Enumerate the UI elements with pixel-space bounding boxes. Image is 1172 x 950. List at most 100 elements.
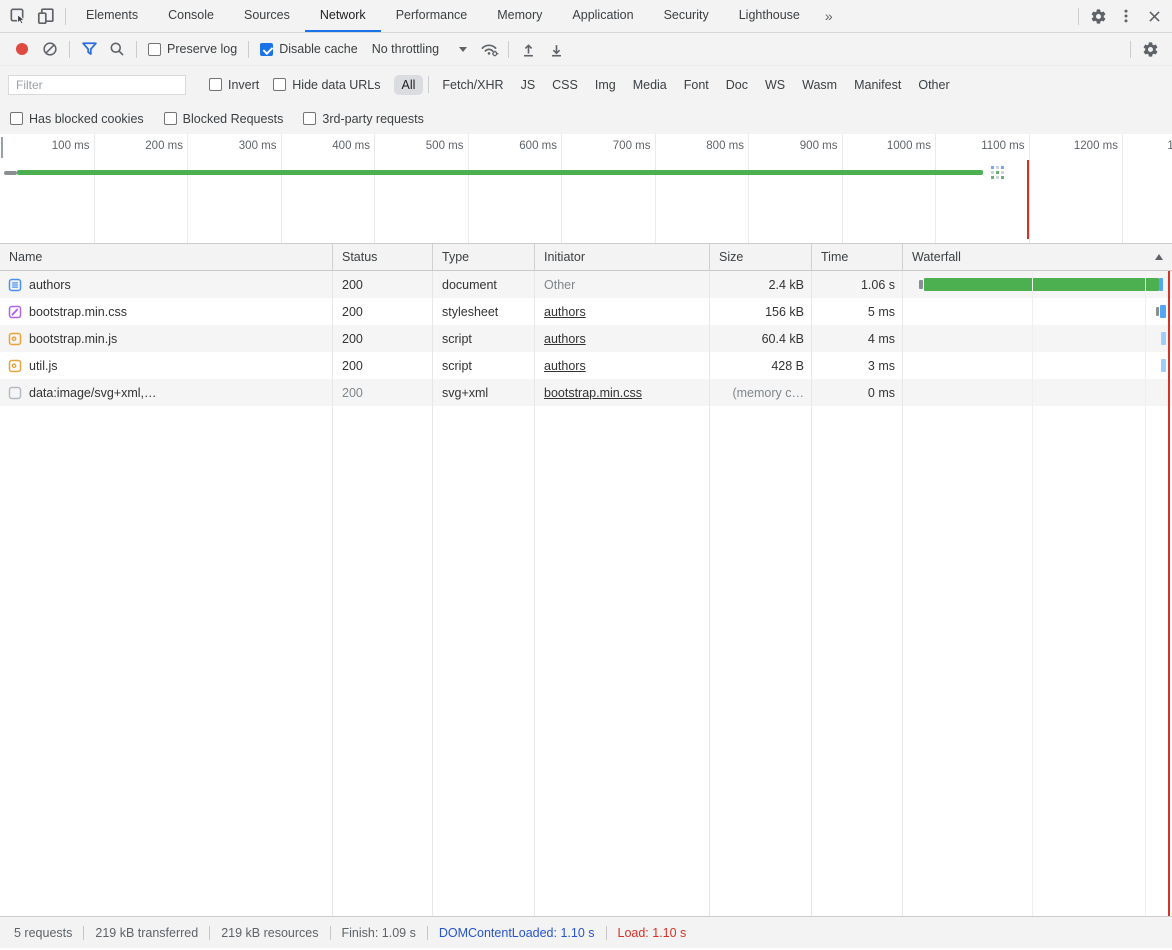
checkbox-box[interactable] <box>148 43 161 56</box>
search-button[interactable] <box>103 41 131 57</box>
filter-chip-doc[interactable]: Doc <box>718 75 756 95</box>
filter-chip-all[interactable]: All <box>394 75 424 95</box>
divider <box>136 41 137 58</box>
waterfall-cell <box>903 379 1172 406</box>
chevron-down-icon <box>459 47 467 52</box>
checkbox-box[interactable] <box>260 43 273 56</box>
time-cell: 1.06 s <box>812 271 903 298</box>
checkbox-box[interactable] <box>10 112 23 125</box>
size-cell: 428 B <box>710 352 812 379</box>
preserve-log-checkbox[interactable]: Preserve log <box>142 42 243 56</box>
request-row-bootstrap-min-js[interactable]: bootstrap.min.js200scriptauthors60.4 kB4… <box>0 325 1172 352</box>
status-load: Load: 1.10 s <box>618 926 687 940</box>
tab-network[interactable]: Network <box>305 0 381 32</box>
import-har-button[interactable] <box>514 41 542 58</box>
overview-tick-label: 1100 ms <box>945 140 1025 152</box>
filter-input[interactable] <box>8 75 186 95</box>
initiator-link[interactable]: authors <box>544 332 586 346</box>
record-network-log-button[interactable] <box>8 43 36 55</box>
overview-tick-label: 1000 ms <box>851 140 931 152</box>
request-row-data-image-svg-xml[interactable]: data:image/svg+xml,…200svg+xmlbootstrap.… <box>0 379 1172 406</box>
filter-chip-js[interactable]: JS <box>513 75 544 95</box>
request-row-authors[interactable]: authors200documentOther2.4 kB1.06 s <box>0 271 1172 298</box>
request-name: authors <box>29 278 71 292</box>
initiator-cell: bootstrap.min.css <box>535 379 710 406</box>
timeline-overview[interactable]: 100 ms200 ms300 ms400 ms500 ms600 ms700 … <box>0 134 1172 244</box>
divider <box>428 76 429 93</box>
panel-tabs: ElementsConsoleSourcesNetworkPerformance… <box>71 0 815 32</box>
kebab-menu-icon <box>1118 8 1134 24</box>
overview-gridline <box>94 134 95 243</box>
type-cell: svg+xml <box>433 379 535 406</box>
has-blocked-cookies-checkbox[interactable]: Has blocked cookies <box>4 112 150 126</box>
size-cell: (memory c… <box>710 379 812 406</box>
tab-console[interactable]: Console <box>153 0 229 32</box>
divider <box>330 926 331 940</box>
export-har-button[interactable] <box>542 41 570 58</box>
network-settings-button[interactable] <box>1136 41 1164 58</box>
tab-memory[interactable]: Memory <box>482 0 557 32</box>
menu-button[interactable] <box>1112 0 1140 32</box>
settings-button[interactable] <box>1084 0 1112 32</box>
disable-cache-checkbox[interactable]: Disable cache <box>254 42 364 56</box>
waterfall-bar <box>1160 305 1166 318</box>
filter-chip-media[interactable]: Media <box>625 75 675 95</box>
request-row-bootstrap-min-css[interactable]: bootstrap.min.css200stylesheetauthors156… <box>0 298 1172 325</box>
waterfall-cell <box>903 298 1172 325</box>
column-header-name[interactable]: Name <box>0 244 333 270</box>
overview-resize-handle[interactable] <box>1 137 3 158</box>
status-finish: Finish: 1.09 s <box>342 926 416 940</box>
checkbox-box[interactable] <box>164 112 177 125</box>
filter-toggle-button[interactable] <box>75 41 103 57</box>
devtools-window: ElementsConsoleSourcesNetworkPerformance… <box>0 0 1172 950</box>
checkbox-box[interactable] <box>209 78 222 91</box>
request-row-util-js[interactable]: util.js200scriptauthors428 B3 ms <box>0 352 1172 379</box>
column-header-waterfall[interactable]: Waterfall <box>903 244 1172 270</box>
waterfall-bar <box>1159 278 1163 291</box>
inspect-element-button[interactable] <box>4 0 32 32</box>
filter-chip-wasm[interactable]: Wasm <box>794 75 845 95</box>
sort-ascending-icon <box>1155 254 1163 260</box>
tab-lighthouse[interactable]: Lighthouse <box>724 0 815 32</box>
initiator-link[interactable]: bootstrap.min.css <box>544 386 642 400</box>
tab-application[interactable]: Application <box>557 0 648 32</box>
3rd-party-requests-checkbox[interactable]: 3rd-party requests <box>297 112 429 126</box>
throttling-select[interactable]: No throttling <box>364 42 475 56</box>
filter-chip-css[interactable]: CSS <box>544 75 586 95</box>
status-domcontentloaded: DOMContentLoaded: 1.10 s <box>439 926 595 940</box>
column-header-time[interactable]: Time <box>812 244 903 270</box>
column-header-status[interactable]: Status <box>333 244 433 270</box>
clear-network-log-button[interactable] <box>36 41 64 57</box>
status-219-kb-resources: 219 kB resources <box>221 926 318 940</box>
network-conditions-button[interactable] <box>475 40 503 58</box>
column-header-initiator[interactable]: Initiator <box>535 244 710 270</box>
checkbox-box[interactable] <box>303 112 316 125</box>
filter-chip-manifest[interactable]: Manifest <box>846 75 909 95</box>
initiator-link[interactable]: authors <box>544 359 586 373</box>
filter-chip-font[interactable]: Font <box>676 75 717 95</box>
checkbox-box[interactable] <box>273 78 286 91</box>
tab-sources[interactable]: Sources <box>229 0 305 32</box>
filter-chip-ws[interactable]: WS <box>757 75 793 95</box>
column-header-label: Type <box>442 250 469 264</box>
filter-chip-img[interactable]: Img <box>587 75 624 95</box>
time-cell: 5 ms <box>812 298 903 325</box>
invert-checkbox[interactable]: Invert <box>202 78 266 92</box>
request-name: bootstrap.min.css <box>29 305 127 319</box>
column-header-type[interactable]: Type <box>433 244 535 270</box>
hide-data-urls-checkbox[interactable]: Hide data URLs <box>266 78 387 92</box>
close-devtools-button[interactable] <box>1140 0 1168 32</box>
request-name: util.js <box>29 359 57 373</box>
tab-performance[interactable]: Performance <box>381 0 483 32</box>
column-header-size[interactable]: Size <box>710 244 812 270</box>
filter-chip-other[interactable]: Other <box>910 75 957 95</box>
initiator-link[interactable]: authors <box>544 305 586 319</box>
blocked-requests-checkbox[interactable]: Blocked Requests <box>158 112 290 126</box>
filter-chip-fetch-xhr[interactable]: Fetch/XHR <box>434 75 511 95</box>
tab-security[interactable]: Security <box>649 0 724 32</box>
more-tabs-button[interactable]: » <box>815 0 843 32</box>
type-cell: stylesheet <box>433 298 535 325</box>
device-toolbar-button[interactable] <box>32 0 60 32</box>
arrow-up-line-icon <box>520 41 537 58</box>
tab-elements[interactable]: Elements <box>71 0 153 32</box>
